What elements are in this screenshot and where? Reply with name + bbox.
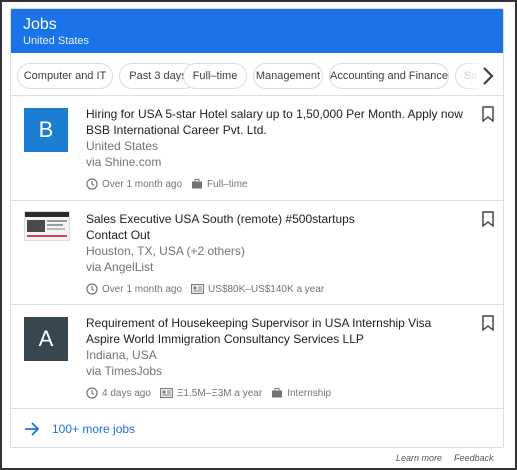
job-company: BSB International Career Pvt. Ltd. xyxy=(86,123,267,137)
job-company: Contact Out xyxy=(86,228,151,242)
job-location: Houston, TX, USA (+2 others) xyxy=(86,244,245,258)
job-source: via AngelList xyxy=(86,260,154,274)
chip-accounting-and-finance[interactable]: Accounting and Finance xyxy=(329,63,449,89)
clock-icon xyxy=(86,387,98,399)
chip-computer-and-it[interactable]: Computer and IT xyxy=(17,63,113,89)
job-source: via TimesJobs xyxy=(86,364,163,378)
bookmark-icon[interactable] xyxy=(481,106,495,122)
company-logo: B xyxy=(24,108,68,152)
salary-icon xyxy=(191,284,204,294)
posted-time: Over 1 month ago xyxy=(102,178,183,190)
posted-time: Over 1 month ago xyxy=(102,283,183,295)
more-jobs-label: 100+ more jobs xyxy=(52,422,136,436)
job-listing[interactable]: A Requirement of Housekeeping Supervisor… xyxy=(11,305,503,409)
chip-full-time[interactable]: Full–time xyxy=(183,63,247,89)
learn-more-link[interactable]: Learn more xyxy=(396,453,442,463)
job-company: Aspire World Immigration Consultancy Ser… xyxy=(86,332,364,346)
salary-range: Ξ1.5M–Ξ3M a year xyxy=(176,387,263,399)
jobs-title: Jobs xyxy=(23,16,57,33)
jobs-header[interactable]: Jobs United States xyxy=(11,9,503,53)
salary-range: US$80K–US$140K a year xyxy=(208,283,325,295)
briefcase-icon xyxy=(192,179,203,189)
clock-icon xyxy=(86,283,98,295)
bookmark-icon[interactable] xyxy=(481,211,495,227)
job-meta: Over 1 month ago US$80K–US$140K a year xyxy=(86,282,324,296)
company-logo: A xyxy=(24,317,68,361)
posted-time: 4 days ago xyxy=(102,387,151,399)
job-title[interactable]: Hiring for USA 5-star Hotel salary up to… xyxy=(86,106,463,122)
bookmark-icon[interactable] xyxy=(481,315,495,331)
arrow-right-icon xyxy=(25,422,40,436)
job-source: via Shine.com xyxy=(86,155,162,169)
feedback-link[interactable]: Feedback xyxy=(454,453,494,463)
employment-type: Full–time xyxy=(207,178,248,190)
chip-management[interactable]: Management xyxy=(253,63,323,89)
job-title[interactable]: Requirement of Housekeeping Supervisor i… xyxy=(86,315,431,331)
job-title[interactable]: Sales Executive USA South (remote) #500s… xyxy=(86,211,355,227)
job-location: United States xyxy=(86,139,159,153)
clock-icon xyxy=(86,178,98,190)
job-meta: Over 1 month ago Full–time xyxy=(86,177,248,191)
job-location: Indiana, USA xyxy=(86,348,157,362)
briefcase-icon xyxy=(272,388,283,398)
chevron-right-icon[interactable] xyxy=(479,65,497,87)
company-thumbnail xyxy=(24,211,70,241)
filter-chips: Computer and IT Past 3 days Full–time Ma… xyxy=(11,53,503,96)
employment-type: Internship xyxy=(287,387,332,399)
more-jobs-link[interactable]: 100+ more jobs xyxy=(11,409,503,447)
job-listing[interactable]: B Hiring for USA 5-star Hotel salary up … xyxy=(11,96,503,201)
job-meta: 4 days ago Ξ1.5M–Ξ3M a year Internship xyxy=(86,386,331,400)
jobs-location-subtitle: United States xyxy=(23,35,90,47)
salary-icon xyxy=(159,388,173,398)
jobs-card: Jobs United States Computer and IT Past … xyxy=(10,8,504,448)
job-listing[interactable]: Sales Executive USA South (remote) #500s… xyxy=(11,201,503,305)
